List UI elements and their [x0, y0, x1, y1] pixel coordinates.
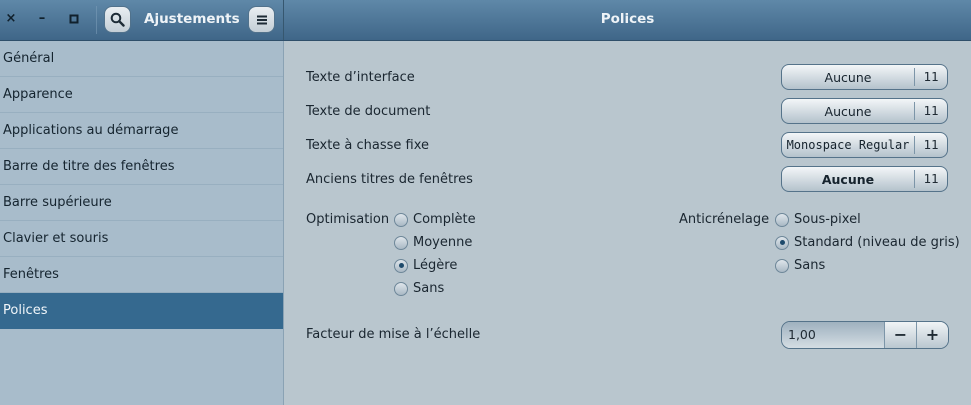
legacy-window-titles-label: Anciens titres de fenêtres [306, 172, 473, 187]
sidebar-item-keyboard-mouse[interactable]: Clavier et souris [0, 221, 283, 257]
sidebar-header: × – Ajustements [0, 0, 284, 40]
font-size: 11 [914, 68, 947, 86]
radio-button[interactable] [394, 212, 408, 227]
sidebar-item-fonts[interactable]: Polices [0, 293, 283, 329]
search-button[interactable] [104, 6, 131, 33]
radio-label: Standard (niveau de gris) [794, 235, 960, 250]
increase-button[interactable]: + [916, 322, 948, 348]
sidebar-item-startup-applications[interactable]: Applications au démarrage [0, 113, 283, 149]
scaling-factor-label: Facteur de mise à l’échelle [306, 327, 481, 342]
document-font-button[interactable]: Aucune 11 [781, 98, 948, 124]
sidebar-item-appearance[interactable]: Apparence [0, 77, 283, 113]
antialiasing-option-none[interactable]: Sans [775, 258, 825, 273]
sidebar: Général Apparence Applications au démarr… [0, 41, 284, 405]
font-size: 11 [914, 102, 947, 120]
interface-font-button[interactable]: Aucune 11 [781, 64, 948, 90]
radio-button-selected[interactable] [775, 235, 789, 250]
menu-button[interactable] [248, 6, 275, 33]
document-text-label: Texte de document [306, 104, 431, 119]
radio-label: Moyenne [413, 235, 473, 250]
radio-label: Sans [413, 281, 445, 296]
scaling-factor-spinbutton[interactable]: 1,00 − + [781, 321, 949, 349]
antialiasing-option-subpixel[interactable]: Sous-pixel [775, 212, 861, 227]
sidebar-item-top-bar[interactable]: Barre supérieure [0, 185, 283, 221]
radio-button[interactable] [394, 235, 408, 250]
fonts-panel: Texte d’interface Aucune 11 Texte de doc… [284, 41, 971, 405]
legacy-window-titles-font-button[interactable]: Aucune 11 [781, 166, 948, 192]
antialiasing-option-grayscale[interactable]: Standard (niveau de gris) [775, 235, 960, 250]
hinting-option-medium[interactable]: Moyenne [394, 235, 472, 250]
maximize-window-button[interactable] [65, 10, 83, 28]
scaling-factor-input[interactable]: 1,00 [782, 322, 884, 348]
interface-text-label: Texte d’interface [306, 70, 415, 85]
font-name: Monospace Regular [786, 138, 910, 152]
sidebar-item-general[interactable]: Général [0, 41, 283, 77]
radio-button-selected[interactable] [394, 258, 408, 273]
monospace-font-button[interactable]: Monospace Regular 11 [781, 132, 948, 158]
decrease-button[interactable]: − [884, 322, 916, 348]
title-bar: × – Ajustements Polices [0, 0, 971, 41]
radio-label: Complète [413, 212, 476, 227]
sidebar-item-windows[interactable]: Fenêtres [0, 257, 283, 293]
font-size: 11 [914, 170, 947, 188]
font-name: Aucune [824, 69, 872, 85]
minimize-window-button[interactable]: – [33, 10, 51, 28]
radio-label: Sans [794, 258, 826, 273]
font-name: Aucune [821, 171, 875, 187]
close-window-button[interactable]: × [2, 10, 20, 28]
radio-button[interactable] [394, 281, 408, 296]
radio-label: Sous-pixel [794, 212, 861, 227]
antialiasing-label: Anticrénelage [679, 212, 770, 227]
hinting-option-none[interactable]: Sans [394, 281, 444, 296]
radio-button[interactable] [775, 258, 789, 273]
radio-button[interactable] [775, 212, 789, 227]
font-size: 11 [914, 136, 947, 154]
sidebar-item-window-titlebars[interactable]: Barre de titre des fenêtres [0, 149, 283, 185]
maximize-icon [69, 14, 79, 24]
hinting-option-slight[interactable]: Légère [394, 258, 457, 273]
radio-label: Légère [413, 258, 458, 273]
header-separator [96, 6, 97, 34]
hinting-label: Optimisation [306, 212, 390, 227]
page-title: Polices [600, 11, 655, 27]
search-icon [110, 12, 125, 27]
font-name: Aucune [824, 103, 872, 119]
hinting-option-full[interactable]: Complète [394, 212, 476, 227]
app-title: Ajustements [144, 11, 240, 27]
hamburger-menu-icon [256, 15, 267, 24]
monospace-text-label: Texte à chasse fixe [306, 138, 430, 153]
